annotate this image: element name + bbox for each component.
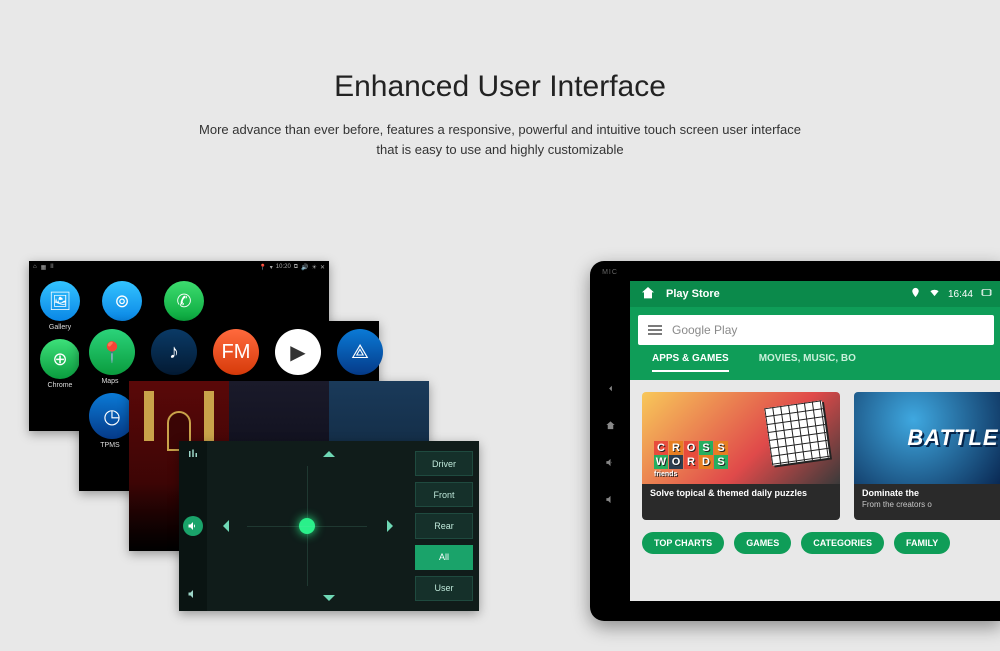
apps-icon: ▦ — [41, 264, 47, 271]
back-icon: II — [50, 264, 53, 271]
screenshot-fader: Driver Front Rear All User — [179, 441, 479, 611]
search-placeholder: Google Play — [672, 323, 737, 337]
app-title: Play Store — [666, 288, 720, 300]
fader-sidebar — [179, 441, 207, 611]
playstore-statusbar: Play Store 16:44 — [630, 281, 1000, 307]
fader-user-button[interactable]: User — [415, 576, 473, 601]
card-crosswords[interactable]: CROSS WORDS friends Solve topical & them… — [642, 392, 840, 520]
category-pills: TOP CHARTS GAMES CATEGORIES FAMILY — [630, 532, 1000, 554]
tablet-edge: MIC — [590, 261, 630, 621]
volume-icon: 🔊 — [301, 264, 308, 271]
stage: ⌂ ▦ II 📍 ▾ 10:20 ⧉ 🔊 ☀ ✕ 🖼 Gallery — [0, 261, 1000, 651]
page-title: Enhanced User Interface — [0, 70, 1000, 104]
status-bar: ⌂ ▦ II 📍 ▾ 10:20 ⧉ 🔊 ☀ ✕ — [29, 261, 329, 273]
app-music[interactable]: ♪ — [151, 329, 193, 385]
app-maps[interactable]: 📍 Maps — [89, 329, 131, 385]
wifi-icon — [929, 287, 940, 301]
gps-icon: 📍 — [259, 264, 266, 271]
home-icon[interactable] — [640, 285, 656, 304]
pill-top-charts[interactable]: TOP CHARTS — [642, 532, 724, 554]
page-subtitle: More advance than ever before, features … — [0, 120, 1000, 159]
maps-icon: 📍 — [89, 329, 135, 375]
gps-icon — [910, 287, 921, 301]
playstore-header: Google Play APPS & GAMES MOVIES, MUSIC, … — [630, 307, 1000, 380]
feature-cards: CROSS WORDS friends Solve topical & them… — [630, 380, 1000, 532]
fader-all-button[interactable]: All — [415, 545, 473, 570]
app-tpms[interactable]: ◷ TPMS — [89, 393, 131, 449]
screenshot-icon: ⧉ — [294, 264, 298, 271]
hw-vol-dn-icon[interactable] — [605, 494, 616, 507]
hw-home-icon[interactable] — [605, 420, 616, 433]
hamburger-icon[interactable] — [648, 325, 662, 335]
tablet-device: MIC Play Store 16:44 — [590, 261, 1000, 621]
bt-icon: ⟁ — [337, 329, 383, 375]
speaker-icon[interactable] — [183, 516, 203, 536]
mute-icon[interactable] — [187, 587, 199, 605]
chrome-icon: ⊕ — [40, 339, 80, 379]
clock: 16:44 — [948, 289, 973, 300]
clock: 10:20 — [276, 264, 291, 270]
search-input[interactable]: Google Play — [638, 315, 994, 345]
fader-rear-button[interactable]: Rear — [415, 513, 473, 538]
hw-back-icon[interactable] — [605, 383, 616, 396]
brightness-icon: ☀ — [312, 264, 317, 271]
fader-grid[interactable] — [207, 441, 407, 611]
app-playstore[interactable]: ▶ — [275, 329, 317, 385]
app-radio[interactable]: FM — [213, 329, 255, 385]
screenshot-icon[interactable] — [981, 287, 992, 301]
tab-movies-music[interactable]: MOVIES, MUSIC, BO — [759, 353, 856, 372]
crosswords-logo: CROSS WORDS friends — [654, 441, 729, 478]
steering-icon: ⊚ — [102, 281, 142, 321]
pill-categories[interactable]: CATEGORIES — [801, 532, 884, 554]
app-chrome[interactable]: ⊕ Chrome — [39, 339, 81, 389]
close-icon: ✕ — [320, 264, 325, 271]
phone-icon: ✆ — [164, 281, 204, 321]
app-gallery[interactable]: 🖼 Gallery — [39, 281, 81, 331]
playstore-tabs: APPS & GAMES MOVIES, MUSIC, BO — [638, 353, 994, 372]
hw-vol-up-icon[interactable] — [605, 457, 616, 470]
gallery-icon: 🖼 — [40, 281, 80, 321]
fader-dot[interactable] — [299, 518, 315, 534]
tab-apps-games[interactable]: APPS & GAMES — [652, 353, 729, 372]
fader-preset-list: Driver Front Rear All User — [415, 451, 473, 601]
radio-icon: FM — [213, 329, 259, 375]
crossword-grid-icon — [764, 400, 830, 466]
pill-games[interactable]: GAMES — [734, 532, 791, 554]
battle-logo: BATTLE — [907, 425, 998, 451]
app-bt[interactable]: ⟁ — [337, 329, 379, 385]
fader-front-button[interactable]: Front — [415, 482, 473, 507]
playstore-icon: ▶ — [275, 329, 321, 375]
music-icon: ♪ — [151, 329, 197, 375]
mic-label: MIC — [602, 269, 618, 276]
card-battle[interactable]: BATTLE Dominate the From the creators o — [854, 392, 1000, 520]
wifi-icon: ▾ — [270, 264, 273, 271]
playstore-screen: Play Store 16:44 Google Play APPS & GAME… — [630, 281, 1000, 601]
screenshot-stack: ⌂ ▦ II 📍 ▾ 10:20 ⧉ 🔊 ☀ ✕ 🖼 Gallery — [29, 261, 479, 631]
eq-icon[interactable] — [187, 447, 199, 465]
pill-family[interactable]: FAMILY — [894, 532, 950, 554]
fader-driver-button[interactable]: Driver — [415, 451, 473, 476]
headline-block: Enhanced User Interface More advance tha… — [0, 70, 1000, 159]
home-icon: ⌂ — [33, 264, 37, 271]
